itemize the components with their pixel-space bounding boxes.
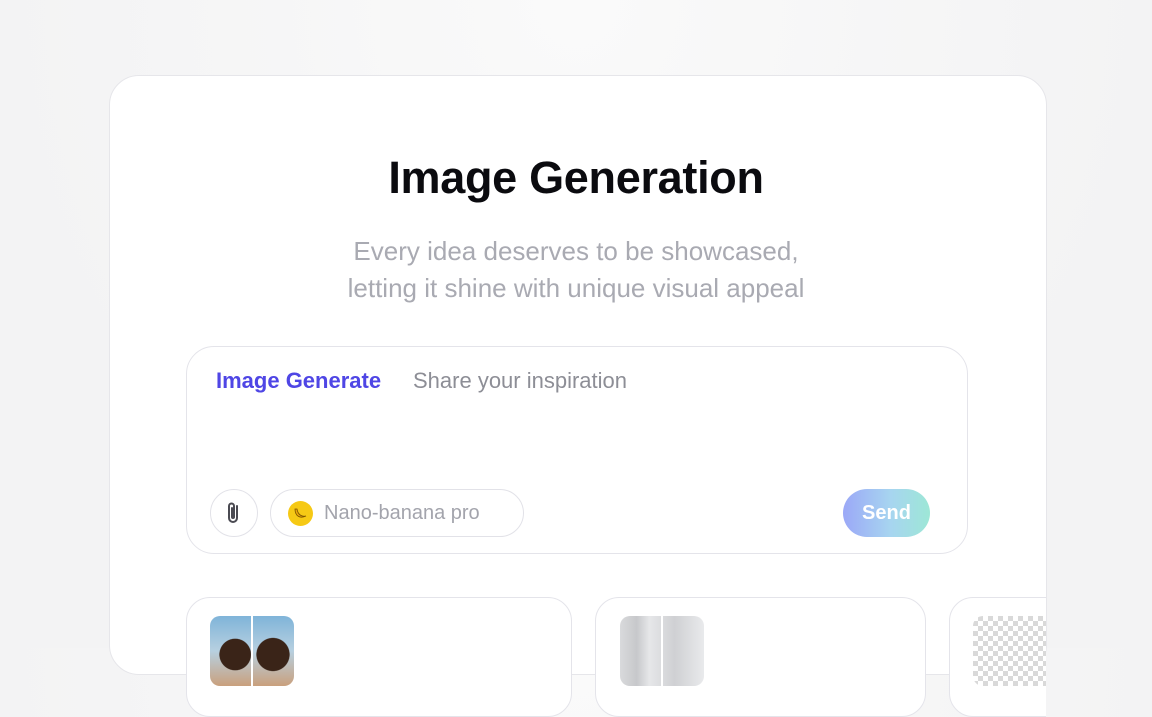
template-card[interactable]: [595, 597, 926, 717]
model-label: Nano-banana pro: [324, 501, 480, 524]
send-button[interactable]: Send: [843, 489, 930, 537]
prompt-mode-label[interactable]: Image Generate: [216, 368, 381, 394]
model-selector[interactable]: Nano-banana pro: [270, 489, 524, 537]
page-subtitle: Every idea deserves to be showcased, let…: [0, 233, 1152, 307]
template-thumbnail: [620, 616, 704, 686]
paperclip-icon: [228, 502, 238, 523]
template-thumbnail: [973, 616, 1046, 686]
subtitle-line-2: letting it shine with unique visual appe…: [347, 273, 805, 303]
prompt-box[interactable]: Image Generate Share your inspiration Na…: [186, 346, 968, 554]
subtitle-line-1: Every idea deserves to be showcased,: [353, 236, 799, 266]
template-card[interactable]: [949, 597, 1046, 717]
banana-icon: [288, 500, 313, 526]
attach-button[interactable]: [210, 489, 258, 537]
page-title: Image Generation: [388, 152, 764, 203]
template-thumbnail: [210, 616, 294, 686]
template-card[interactable]: [186, 597, 572, 717]
prompt-input-placeholder[interactable]: Share your inspiration: [413, 368, 627, 394]
